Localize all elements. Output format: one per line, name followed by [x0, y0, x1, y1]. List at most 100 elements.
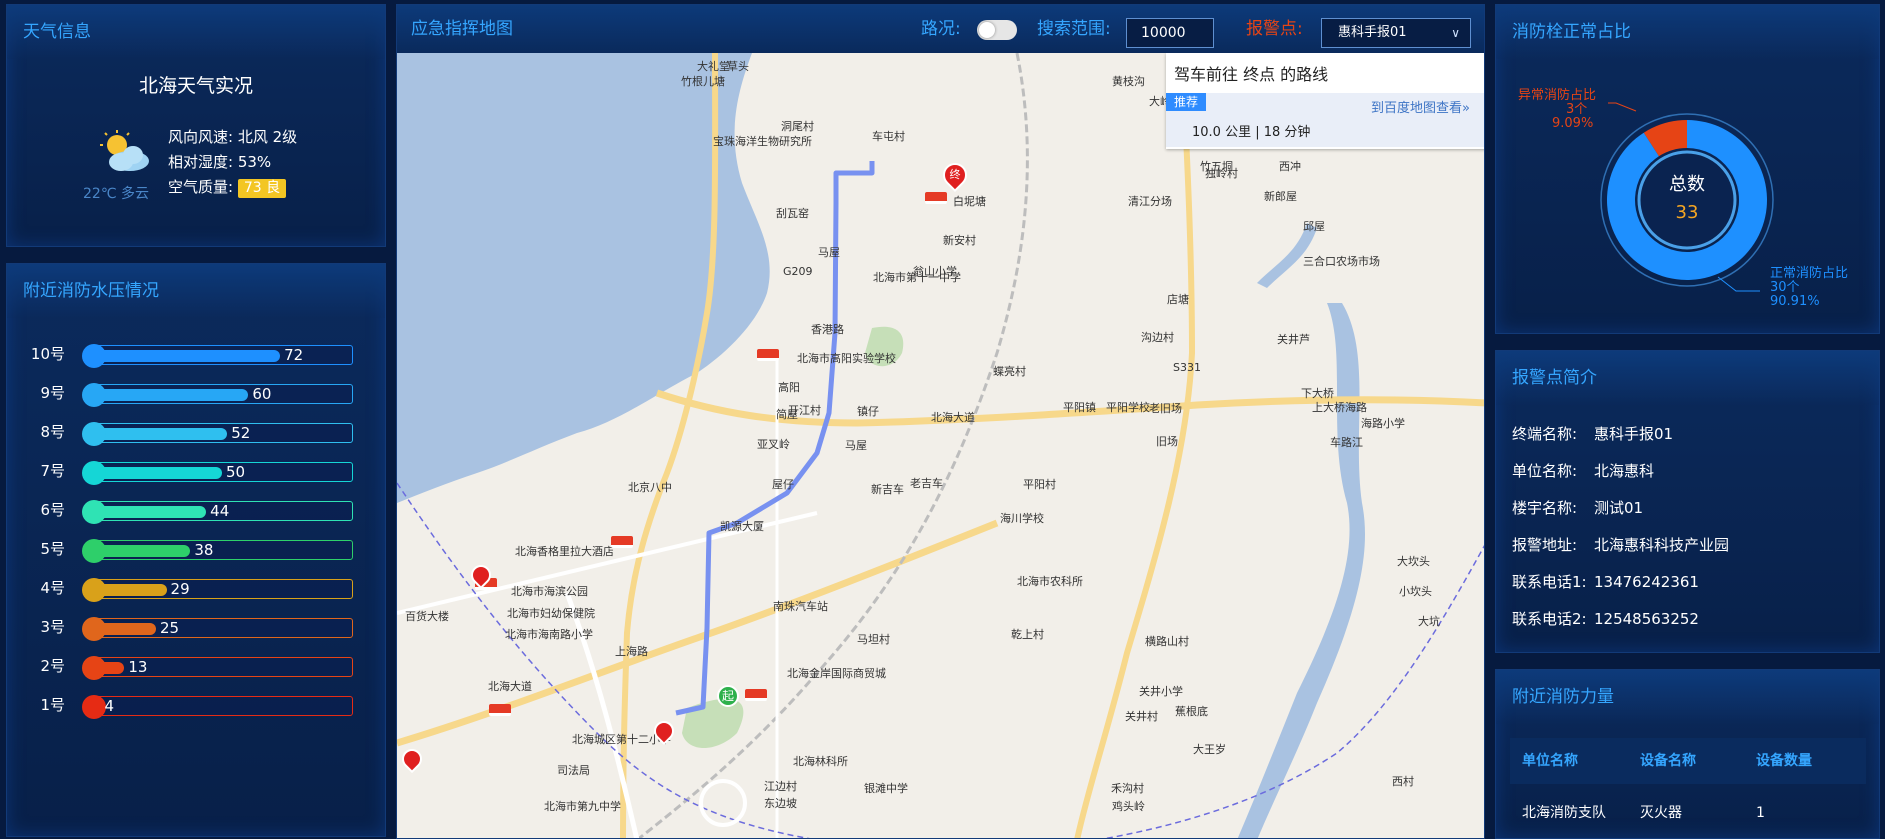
wind-label: 风向风速: [168, 128, 234, 146]
pressure-bar-row: 3号 25 [7, 615, 385, 641]
alarm-info-key: 联系电话1: [1512, 573, 1587, 591]
range-label: 搜索范围: [1037, 19, 1111, 39]
fire-truck-icon[interactable] [925, 192, 947, 204]
map-place-label: 镇仔 [857, 405, 879, 418]
partly-cloudy-icon [100, 130, 149, 171]
map-place-label: 新郎屋 [1264, 190, 1297, 203]
alarm-info-row: 报警地址: 北海惠科科技产业园 [1512, 534, 1729, 555]
weather-panel: 天气信息 北海天气实况 22℃ 多云 风向风速: 北风 2级 相对湿度: 53%… [6, 4, 386, 247]
map-place-label: 店塘 [1167, 293, 1189, 306]
map-place-label: 北海金岸国际商贸城 [787, 667, 886, 680]
map-place-label: 禾沟村 [1111, 782, 1144, 795]
map-place-label: 西冲 [1279, 160, 1301, 173]
map-panel: 应急指挥地图 路况: 搜索范围: 报警点: 惠科手报01 ∨ [396, 4, 1485, 839]
map-place-label: 三合口农场市场 [1303, 255, 1380, 268]
map-background [397, 53, 1484, 838]
map-place-label: 北海市妇幼保健院 [507, 607, 595, 620]
pressure-bar-track: 60 [82, 383, 353, 407]
map-place-label: 独岭村 [1205, 167, 1238, 180]
pressure-bar-value: 38 [194, 541, 214, 559]
map-canvas[interactable]: 大礼堂草头竹根儿塘黄枝沟大岭根牛儿塘洞尾村宝珠海洋生物研究所车屯村竹五垌西冲独岭… [397, 53, 1484, 838]
route-start-marker[interactable]: 起 [717, 685, 739, 707]
map-place-label: 新安村 [943, 234, 976, 247]
pressure-bar-row: 4号 29 [7, 576, 385, 602]
alarm-info-value: 北海惠科科技产业园 [1594, 536, 1730, 554]
humidity-label: 相对湿度: [168, 153, 234, 171]
map-place-label: 香港路 [811, 323, 844, 336]
hydrant-ratio-panel: 消防栓正常占比 总数 33 异常消防占比 3个 9.09% 正常消防占比 30个… [1495, 4, 1880, 334]
map-place-label: 亚叉岭 [757, 438, 790, 451]
pressure-bar-track: 4 [82, 695, 353, 719]
baidu-map-link[interactable]: 到百度地图查看» [1371, 97, 1470, 116]
pressure-bar-row: 7号 50 [7, 459, 385, 485]
fire-truck-icon[interactable] [757, 349, 779, 361]
map-place-label: 车屯村 [872, 130, 905, 143]
chevron-down-icon: ∨ [1451, 26, 1460, 40]
pressure-bar-track: 50 [82, 461, 353, 485]
map-place-label: 新吉车 [871, 483, 904, 496]
route-distance-time: 10.0 公里 | 18 分钟 [1192, 125, 1311, 140]
map-place-label: 黄枝沟 [1112, 75, 1145, 88]
map-place-label: 马屋 [845, 439, 867, 452]
pressure-bar-value: 29 [170, 580, 190, 598]
search-range-input[interactable] [1126, 18, 1214, 48]
aqi-badge: 73 良 [237, 179, 287, 198]
pressure-bar-row: 2号 13 [7, 654, 385, 680]
alarm-info-row: 联系电话1: 13476242361 [1512, 571, 1699, 592]
alarm-info-row: 终端名称: 惠科手报01 [1512, 423, 1673, 444]
alarm-info-key: 终端名称: [1512, 425, 1578, 443]
alarm-info-row: 单位名称: 北海惠科 [1512, 460, 1654, 481]
start-marker-label: 起 [721, 689, 734, 703]
map-place-label: 北海市海滨公园 [511, 585, 588, 598]
map-place-label: 海路小学 [1361, 417, 1405, 430]
map-title: 应急指挥地图 [411, 19, 513, 39]
pressure-bar-label: 3号 [40, 618, 65, 636]
map-place-label: 马屋 [818, 246, 840, 259]
fire-truck-icon[interactable] [489, 704, 511, 716]
fire-truck-icon[interactable] [745, 689, 767, 701]
alarm-info-key: 楼宇名称: [1512, 499, 1578, 517]
map-place-label: 北海大道 [488, 680, 532, 693]
water-pressure-title: 附近消防水压情况 [7, 264, 385, 318]
table-row[interactable]: 北海消防支队 灭火器 1 [1510, 790, 1866, 836]
weather-temperature: 22℃ 多云 [83, 186, 149, 202]
map-place-label: 清江分场 [1128, 195, 1172, 208]
pressure-bar-value: 60 [252, 385, 272, 403]
pressure-bar-dot [82, 500, 106, 524]
pressure-bar-dot [82, 656, 106, 680]
map-place-label: 江边村 [764, 780, 797, 793]
map-place-label: 大礼堂 [697, 60, 730, 73]
pressure-bar-track: 44 [82, 500, 353, 524]
pressure-bar-value: 13 [128, 658, 148, 676]
district-boundary [397, 482, 811, 838]
traffic-toggle[interactable] [977, 20, 1017, 40]
pressure-bar-label: 7号 [40, 462, 65, 480]
fire-force-panel: 附近消防力量 单位名称 设备名称 设备数量 北海消防支队 灭火器 1 [1495, 669, 1880, 839]
alarm-info-key: 单位名称: [1512, 462, 1578, 480]
map-place-label: 邱屋 [1303, 220, 1325, 233]
map-place-label: 北海林科所 [793, 755, 848, 768]
map-place-label: 高阳 [778, 381, 800, 394]
map-place-label: 关井小学 [1139, 685, 1183, 698]
pressure-bar-label: 8号 [40, 423, 65, 441]
pressure-bar-row: 1号 4 [7, 693, 385, 719]
pressure-bar-value: 44 [210, 502, 230, 520]
map-place-label: 北海市第九中学 [544, 800, 621, 813]
map-place-label: 西村 [1392, 775, 1414, 788]
pressure-bar-dot [82, 383, 106, 407]
alarm-point-label: 报警点: [1246, 19, 1303, 39]
wind-value: 北风 2级 [237, 128, 298, 146]
route-summary: 推荐 到百度地图查看» 10.0 公里 | 18 分钟 [1166, 93, 1484, 147]
map-place-label: 蝶亮村 [993, 365, 1026, 378]
alarm-point-select[interactable]: 惠科手报01 ∨ [1321, 18, 1471, 48]
map-place-label: 简屋 [776, 408, 798, 421]
pressure-bar-label: 2号 [40, 657, 65, 675]
pressure-bar-label: 1号 [40, 696, 65, 714]
hydrant-ratio-title: 消防栓正常占比 [1496, 5, 1879, 59]
alarm-info-value: 13476242361 [1594, 573, 1699, 591]
pressure-bar-track: 25 [82, 617, 353, 641]
pressure-bar-dot [82, 578, 106, 602]
map-place-label: 老旧场 [1149, 402, 1182, 415]
fire-truck-icon[interactable] [611, 536, 633, 548]
pressure-bar-dot [82, 461, 106, 485]
